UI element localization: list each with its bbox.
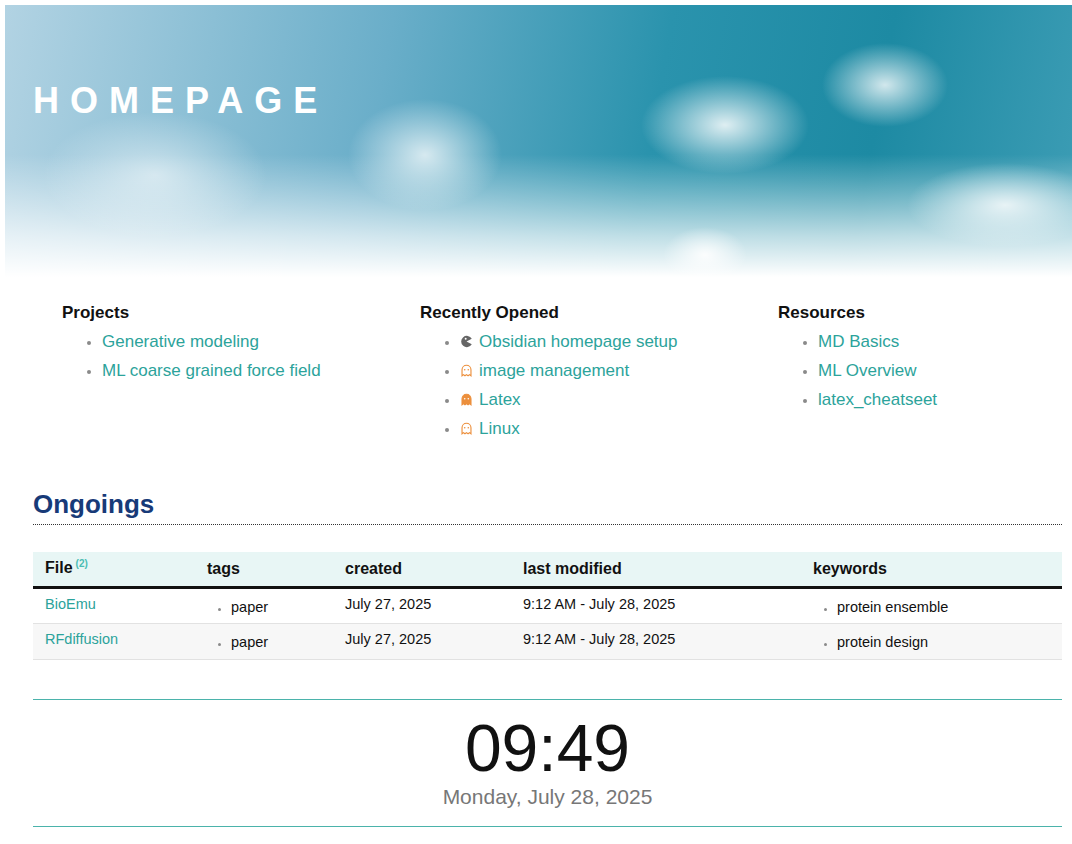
file-cell: BioEmu [33,587,195,623]
link-column: Recently Opened Obsidian homepage setup im… [420,301,778,443]
note-link[interactable]: Latex [479,390,521,409]
note-link[interactable]: MD Basics [818,332,899,351]
keyword-list: protein design [813,632,1050,654]
column-label: tags [207,560,240,577]
tag-item: paper [231,632,321,654]
created-cell: July 27, 2025 [333,587,511,623]
column-label: created [345,560,402,577]
link-item[interactable]: MD Basics [818,327,1062,356]
note-link[interactable]: ML coarse grained force field [102,361,321,380]
link-column: Projects Generative modeling ML coarse gra… [62,301,420,443]
table-body: BioEmu paper July 27, 20259:12 AM - July 2… [33,587,1062,659]
column-header[interactable]: last modified [511,552,801,587]
keyword-item: protein design [837,632,1050,654]
link-item[interactable]: Obsidian homepage setup [460,327,740,356]
keyword-cell: protein ensemble [801,587,1062,623]
file-count: (2) [76,558,88,569]
link-list: MD Basics ML Overview latex_cheatseet [778,327,1062,414]
link-columns: Projects Generative modeling ML coarse gra… [33,301,1062,443]
table-row: RFdiffusion paper July 27, 20259:12 AM - J… [33,623,1062,659]
note-link[interactable]: ML Overview [818,361,917,380]
homepage: HOMEPAGE Projects Generative modeling ML co… [0,0,1072,844]
ghost-icon [460,422,473,435]
file-link[interactable]: BioEmu [45,596,96,612]
tag-item: paper [231,597,321,619]
file-cell: RFdiffusion [33,623,195,659]
link-item[interactable]: Linux [460,414,740,443]
link-list: Obsidian homepage setup image management L… [420,327,740,443]
keyword-list: protein ensemble [813,597,1050,619]
link-column: Resources MD Basics ML Overview latex_cheat… [778,301,1062,443]
column-label: keywords [813,560,887,577]
modified-cell: 9:12 AM - July 28, 2025 [511,623,801,659]
pacman-icon [460,335,473,348]
keyword-cell: protein design [801,623,1062,659]
column-header[interactable]: tags [195,552,333,587]
main-content: Projects Generative modeling ML coarse gra… [5,301,1072,827]
link-item[interactable]: ML coarse grained force field [102,356,327,385]
link-item[interactable]: Generative modeling [102,327,327,356]
column-heading: Recently Opened [420,301,778,325]
ghost-icon [460,364,473,377]
page-title: HOMEPAGE [33,78,1072,125]
link-item[interactable]: image management [460,356,740,385]
tag-cell: paper [195,587,333,623]
tag-cell: paper [195,623,333,659]
link-item[interactable]: latex_cheatseet [818,385,1062,414]
note-link[interactable]: latex_cheatseet [818,390,937,409]
section-heading: Ongoings [33,489,1062,525]
note-link[interactable]: image management [479,361,629,380]
clock-time: 09:49 [33,714,1062,783]
note-link[interactable]: Obsidian homepage setup [479,332,677,351]
table-row: BioEmu paper July 27, 20259:12 AM - July 2… [33,587,1062,623]
column-header[interactable]: keywords [801,552,1062,587]
column-heading: Resources [778,301,1062,325]
clock-widget: 09:49Monday, July 28, 2025 [33,699,1062,828]
created-cell: July 27, 2025 [333,623,511,659]
column-label: File [45,560,73,577]
column-label: last modified [523,560,622,577]
column-header[interactable]: created [333,552,511,587]
ongoings-table: File(2) tags created last modified keywords B… [33,552,1062,659]
column-header[interactable]: File(2) [33,552,195,587]
link-list: Generative modeling ML coarse grained for… [62,327,327,385]
clock-date: Monday, July 28, 2025 [33,783,1062,810]
column-heading: Projects [62,301,420,325]
tag-list: paper [207,597,321,619]
tag-list: paper [207,632,321,654]
keyword-item: protein ensemble [837,597,1050,619]
note-link[interactable]: Generative modeling [102,332,259,351]
file-link[interactable]: RFdiffusion [45,631,118,647]
ghost-icon [460,393,473,406]
link-item[interactable]: Latex [460,385,740,414]
modified-cell: 9:12 AM - July 28, 2025 [511,587,801,623]
link-item[interactable]: ML Overview [818,356,1062,385]
banner: HOMEPAGE [5,5,1072,277]
header-row: File(2) tags created last modified keywords [33,552,1062,587]
table-header: File(2) tags created last modified keywords [33,552,1062,587]
note-link[interactable]: Linux [479,419,520,438]
